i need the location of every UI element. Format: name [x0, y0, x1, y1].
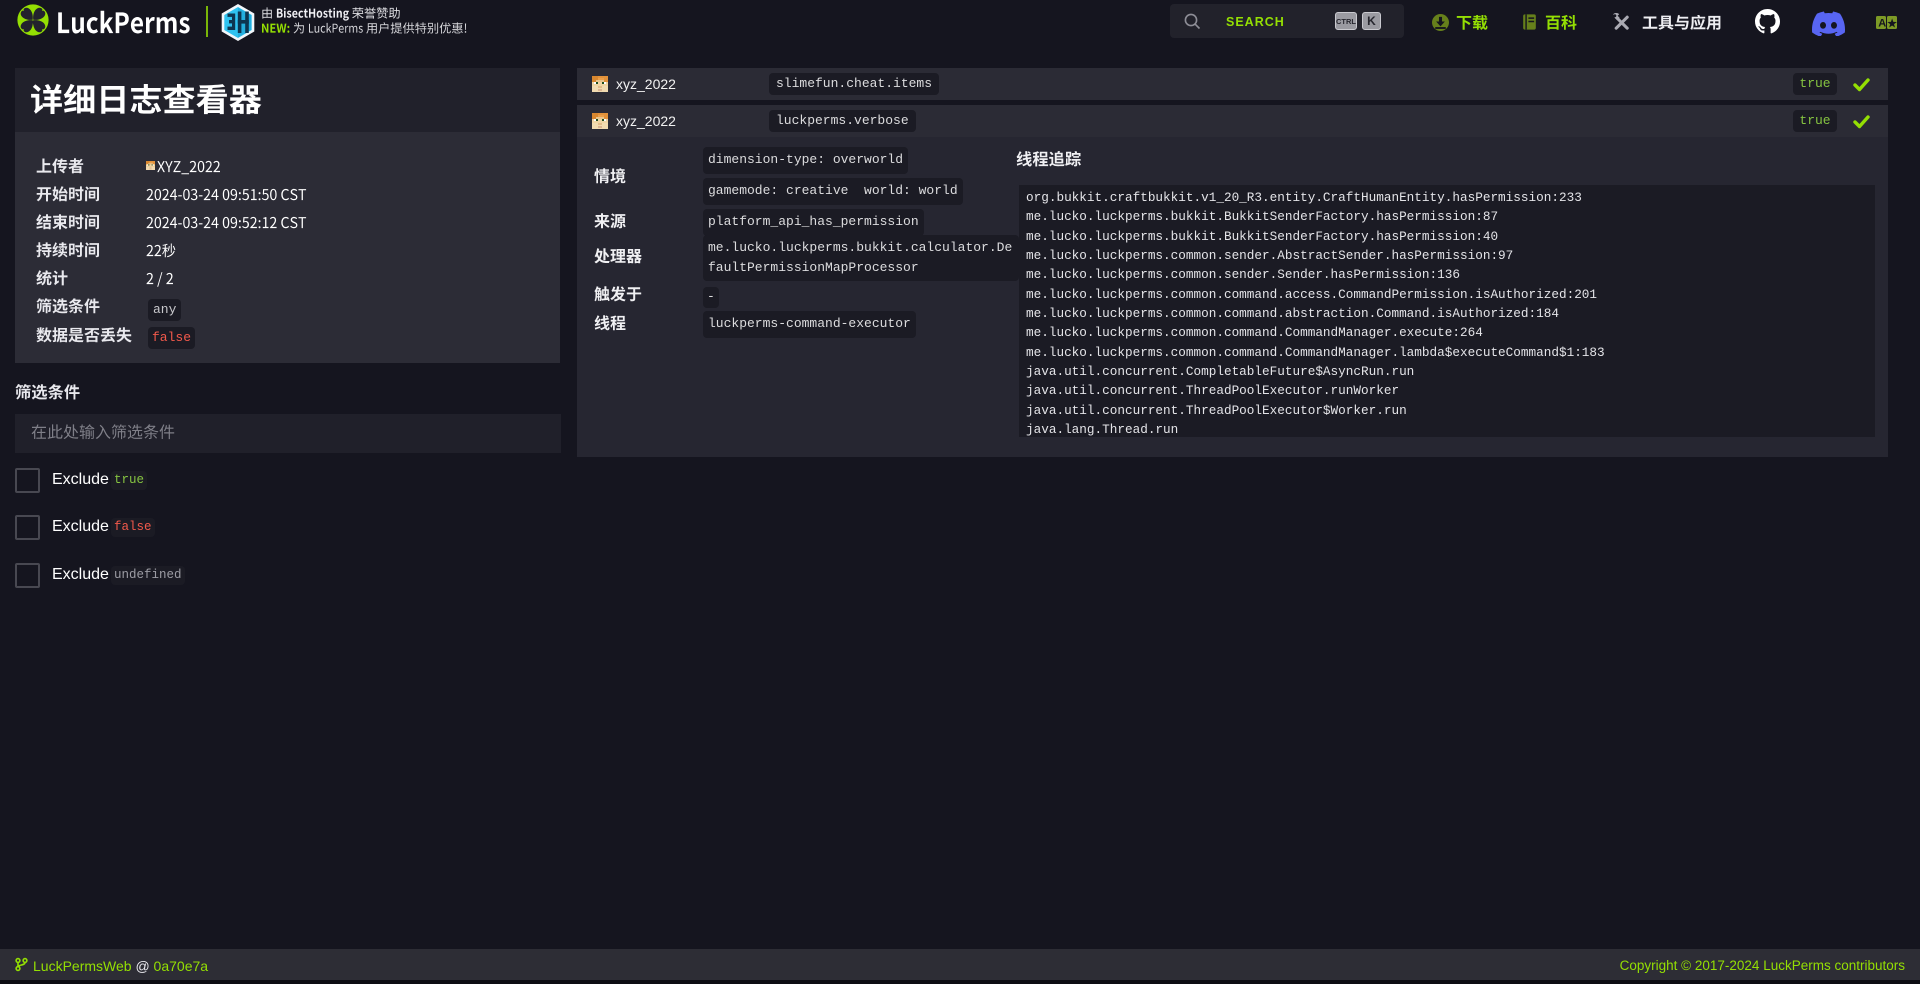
svg-text:A: A [1878, 18, 1886, 30]
